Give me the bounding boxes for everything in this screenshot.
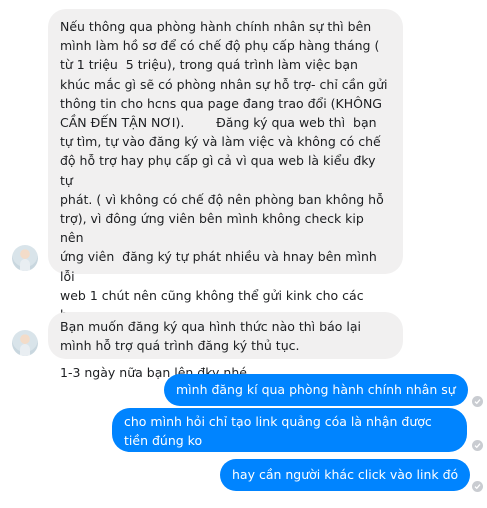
- sent-check-icon: [472, 396, 483, 407]
- incoming-message-bubble: Bạn muốn đăng ký qua hình thức nào thì b…: [48, 312, 403, 359]
- contact-avatar[interactable]: [12, 330, 38, 356]
- contact-avatar[interactable]: [12, 245, 38, 271]
- outgoing-message-bubble: cho mình hỏi chỉ tạo link quảng cóa là n…: [112, 408, 467, 452]
- incoming-message-bubble: Nếu thông qua phòng hành chính nhân sự t…: [48, 9, 403, 380]
- sent-check-icon: [472, 440, 483, 451]
- sent-check-icon: [472, 481, 483, 492]
- outgoing-message-bubble: mình đăng kí qua phòng hành chính nhân s…: [164, 374, 468, 406]
- chat-thread: Nếu thông qua phòng hành chính nhân sự t…: [0, 0, 487, 508]
- outgoing-message-bubble: hay cần người khác click vào link đó: [220, 459, 471, 491]
